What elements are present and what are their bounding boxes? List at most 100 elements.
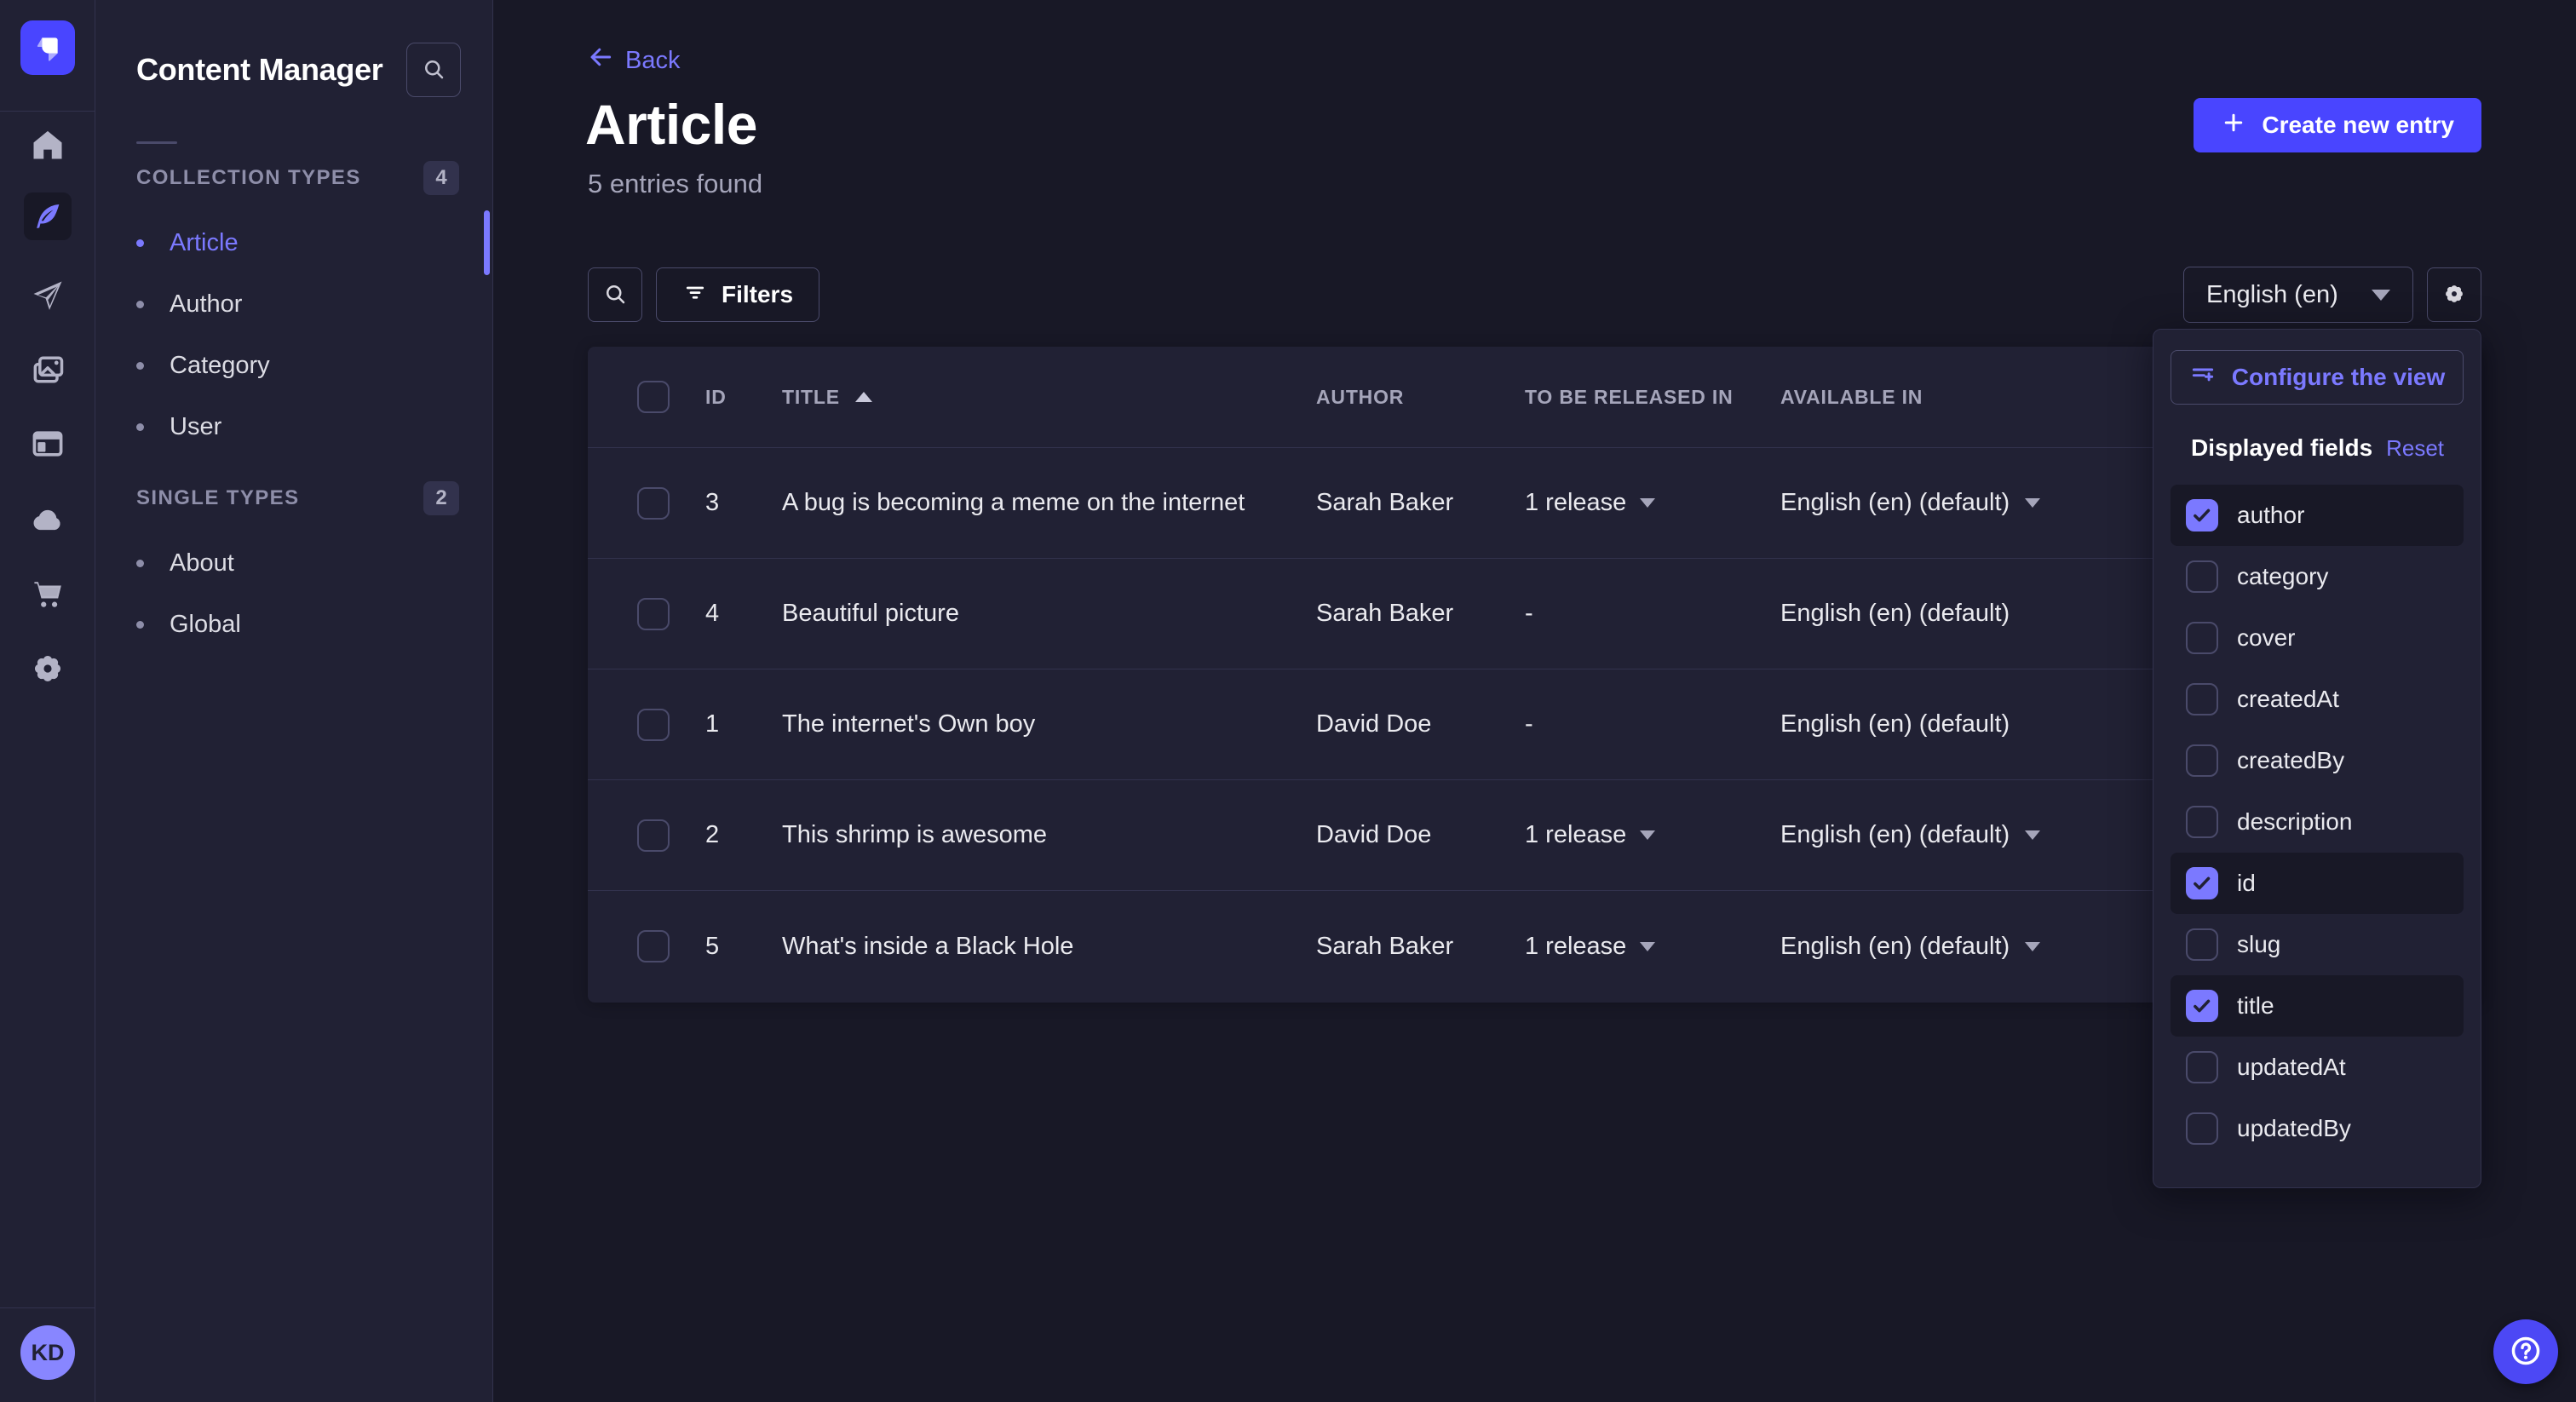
sidebar-item-user[interactable]: User (95, 396, 492, 457)
sidebar-item-article[interactable]: Article (95, 212, 492, 273)
rail-divider (0, 1307, 95, 1308)
back-arrow-icon (588, 44, 613, 77)
bullet-dot-icon (136, 423, 144, 431)
sidebar-search-button[interactable] (406, 43, 461, 97)
select-all-checkbox[interactable] (637, 381, 670, 413)
list-toolbar: Filters English (en) (588, 267, 2481, 323)
bullet-dot-icon (136, 560, 144, 567)
question-mark-icon (2508, 1333, 2544, 1371)
section-label: COLLECTION TYPES (136, 166, 361, 190)
locale-select[interactable]: English (en) (2183, 267, 2413, 323)
checkbox[interactable] (2186, 806, 2218, 838)
field-option-slug[interactable]: slug (2171, 914, 2464, 975)
sidebar-item-author[interactable]: Author (95, 273, 492, 335)
column-header-title[interactable]: TITLE (782, 386, 840, 409)
search-entries-button[interactable] (588, 267, 642, 322)
row-checkbox[interactable] (637, 487, 670, 520)
filter-icon (682, 279, 708, 311)
configure-the-view-button[interactable]: Configure the view (2171, 350, 2464, 405)
row-checkbox[interactable] (637, 930, 670, 962)
field-option-cover[interactable]: cover (2171, 607, 2464, 669)
content-type-builder-layout-icon[interactable] (24, 420, 72, 468)
checkbox[interactable] (2186, 990, 2218, 1022)
strapi-logo[interactable] (20, 20, 75, 75)
sort-ascending-icon[interactable] (855, 392, 872, 402)
collection-types-header: COLLECTION TYPES 4 (95, 163, 492, 193)
release-dropdown-icon[interactable] (1640, 498, 1655, 508)
field-option-category[interactable]: category (2171, 546, 2464, 607)
list-plus-icon (2189, 361, 2217, 394)
sidebar-item-global[interactable]: Global (95, 594, 492, 655)
active-indicator-bar (484, 210, 490, 275)
checkbox[interactable] (2186, 683, 2218, 715)
field-option-updatedAt[interactable]: updatedAt (2171, 1037, 2464, 1098)
column-header-release[interactable]: TO BE RELEASED IN (1525, 386, 1780, 409)
sidebar-item-category[interactable]: Category (95, 335, 492, 396)
deploy-cloud-icon[interactable] (24, 496, 72, 543)
field-list: author category cover createdAt createdB… (2171, 485, 2464, 1159)
view-settings-popover: Configure the view Displayed fields Rese… (2153, 329, 2481, 1188)
bullet-dot-icon (136, 301, 144, 308)
settings-gear-icon[interactable] (24, 645, 72, 692)
row-checkbox[interactable] (637, 819, 670, 852)
checkbox[interactable] (2186, 1051, 2218, 1083)
content-manager-sidebar: Content Manager COLLECTION TYPES 4 Artic… (95, 0, 493, 1402)
checkbox[interactable] (2186, 499, 2218, 531)
main-content: Back Article 5 entries found Create new … (493, 0, 2576, 1402)
gear-icon (2441, 281, 2467, 309)
entries-count: 5 entries found (588, 169, 762, 199)
home-icon[interactable] (24, 121, 72, 169)
checkbox[interactable] (2186, 622, 2218, 654)
release-dropdown-icon[interactable] (1640, 830, 1655, 840)
marketplace-cart-icon[interactable] (24, 570, 72, 618)
sidebar-title: Content Manager (136, 52, 383, 88)
rail-divider (0, 111, 95, 112)
checkbox[interactable] (2186, 867, 2218, 899)
reset-link[interactable]: Reset (2386, 435, 2444, 462)
checkbox[interactable] (2186, 1112, 2218, 1145)
sidebar-item-about[interactable]: About (95, 532, 492, 594)
app-rail: KD (0, 0, 95, 1402)
plus-icon (2221, 110, 2246, 141)
chevron-down-icon (2372, 290, 2390, 301)
column-header-id[interactable]: ID (705, 386, 782, 409)
user-avatar[interactable]: KD (20, 1325, 75, 1380)
row-checkbox[interactable] (637, 598, 670, 630)
field-option-createdBy[interactable]: createdBy (2171, 730, 2464, 791)
filters-button[interactable]: Filters (656, 267, 819, 322)
locale-dropdown-icon[interactable] (2025, 830, 2040, 840)
releases-paper-plane-icon[interactable] (24, 272, 72, 319)
locale-value: English (en) (2206, 281, 2338, 309)
back-link[interactable]: Back (588, 44, 680, 77)
content-manager-feather-icon[interactable] (24, 192, 72, 240)
displayed-fields-title: Displayed fields (2191, 434, 2372, 462)
field-option-createdAt[interactable]: createdAt (2171, 669, 2464, 730)
column-header-author[interactable]: AUTHOR (1316, 386, 1525, 409)
checkbox[interactable] (2186, 744, 2218, 777)
media-library-images-icon[interactable] (24, 346, 72, 394)
section-label: SINGLE TYPES (136, 486, 300, 510)
field-option-id[interactable]: id (2171, 853, 2464, 914)
field-option-title[interactable]: title (2171, 975, 2464, 1037)
search-icon (421, 56, 446, 84)
bullet-dot-icon (136, 621, 144, 629)
checkbox[interactable] (2186, 560, 2218, 593)
checkbox[interactable] (2186, 928, 2218, 961)
help-button[interactable] (2493, 1319, 2558, 1384)
locale-dropdown-icon[interactable] (2025, 498, 2040, 508)
locale-dropdown-icon[interactable] (2025, 942, 2040, 951)
row-checkbox[interactable] (637, 709, 670, 741)
bullet-dot-icon (136, 239, 144, 247)
field-option-updatedBy[interactable]: updatedBy (2171, 1098, 2464, 1159)
create-new-entry-button[interactable]: Create new entry (2194, 98, 2481, 152)
release-dropdown-icon[interactable] (1640, 942, 1655, 951)
field-option-description[interactable]: description (2171, 791, 2464, 853)
page-title: Article (585, 92, 757, 157)
single-types-header: SINGLE TYPES 2 (95, 483, 492, 514)
view-settings-gear-button[interactable] (2427, 267, 2481, 322)
collection-types-count-badge: 4 (423, 161, 459, 195)
sidebar-divider (136, 141, 177, 144)
field-option-author[interactable]: author (2171, 485, 2464, 546)
bullet-dot-icon (136, 362, 144, 370)
search-icon (602, 281, 628, 309)
